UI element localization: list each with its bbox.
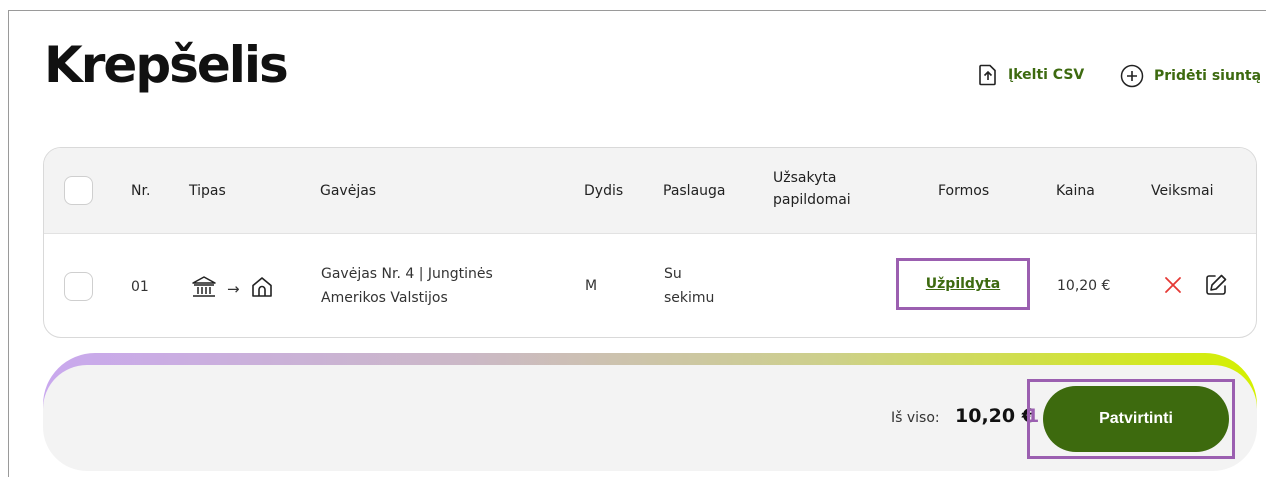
header-tipas: Tipas: [189, 183, 226, 199]
upload-file-icon: [978, 64, 998, 86]
header-uzsakyta-line1: Užsakyta: [773, 170, 837, 186]
service-line2: sekimu: [664, 290, 715, 306]
header-gavejas: Gavėjas: [320, 183, 377, 199]
header-veiksmai: Veiksmai: [1151, 183, 1214, 199]
header-dydis: Dydis: [584, 183, 624, 199]
type-arrow: →: [227, 280, 240, 298]
home-icon: [250, 275, 274, 303]
recipient-line1: Gavėjas Nr. 4 | Jungtinės: [321, 266, 493, 282]
edit-icon[interactable]: [1204, 273, 1228, 301]
add-shipment-label: Pridėti siuntą: [1154, 68, 1262, 84]
add-shipment-button[interactable]: Pridėti siuntą: [1120, 64, 1261, 88]
service-line1: Su: [664, 266, 682, 282]
header-paslauga: Paslauga: [663, 183, 726, 199]
frame-border-top: [8, 10, 1266, 11]
header-nr: Nr.: [131, 183, 151, 199]
row-checkbox[interactable]: [64, 272, 93, 301]
total-label: Iš viso:: [891, 410, 940, 426]
size-value: M: [585, 278, 598, 294]
price-value: 10,20 €: [1057, 278, 1111, 294]
select-all-checkbox[interactable]: [64, 176, 93, 205]
table-header: Nr. Tipas Gavėjas Dydis Paslauga Užsakyt…: [44, 148, 1256, 234]
delete-icon[interactable]: [1162, 274, 1184, 300]
confirm-button[interactable]: Patvirtinti: [1043, 386, 1229, 452]
header-formos: Formos: [938, 183, 990, 199]
shipment-type: →: [191, 275, 274, 303]
header-uzsakyta-line2: papildomai: [773, 192, 851, 208]
page-title: Krepšelis: [44, 36, 289, 94]
recipient-line2: Amerikos Valstijos: [321, 290, 448, 306]
row-nr: 01: [131, 279, 149, 295]
post-office-icon: [191, 275, 217, 303]
header-kaina: Kaina: [1056, 183, 1095, 199]
upload-csv-label: Įkelti CSV: [1008, 67, 1085, 83]
frame-border-left: [8, 10, 9, 477]
forms-status-link[interactable]: Užpildyta: [926, 276, 1000, 292]
forms-highlight: Užpildyta: [896, 258, 1030, 310]
total-value: 10,20 €: [955, 405, 1035, 427]
plus-circle-icon: [1120, 64, 1144, 88]
cart-table: Nr. Tipas Gavėjas Dydis Paslauga Užsakyt…: [43, 147, 1257, 338]
upload-csv-button[interactable]: Įkelti CSV: [978, 64, 1084, 86]
